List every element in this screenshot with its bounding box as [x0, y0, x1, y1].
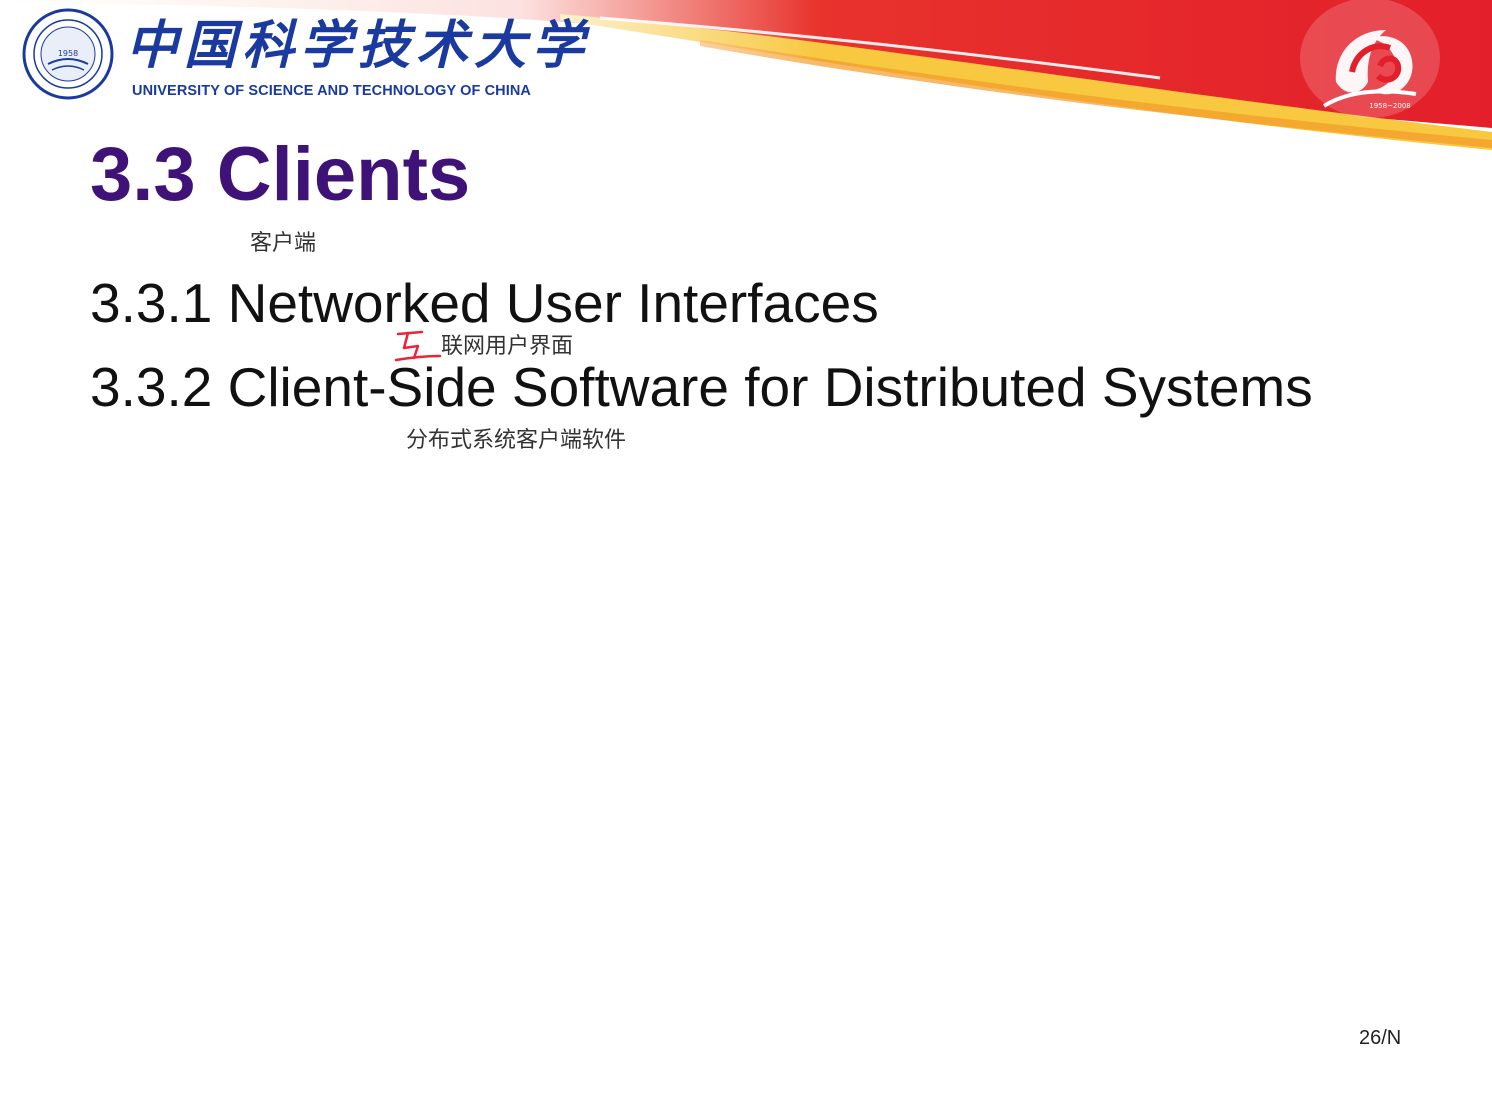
list-item-networked-ui: 3.3.1 Networked User Interfaces — [90, 272, 879, 334]
item-2-annotation: 分布式系统客户端软件 — [406, 428, 627, 453]
anniversary-years: 1958~2008 — [1369, 102, 1411, 110]
university-name-cn: 中国科学技术大学 — [126, 15, 591, 76]
anniversary-emblem-icon: 1958~2008 — [1322, 30, 1417, 110]
list-item-client-side-software: 3.3.2 Client-Side Software for Distribut… — [90, 356, 1313, 418]
handwritten-mark-text: 互 — [388, 326, 389, 327]
university-name-en: UNIVERSITY OF SCIENCE AND TECHNOLOGY OF … — [132, 83, 531, 99]
page-number: 26/N — [1359, 1027, 1402, 1049]
emblem-year: 1958 — [58, 49, 78, 58]
title-annotation: 客户端 — [250, 231, 317, 256]
slide-title: 3.3 Clients — [90, 132, 471, 217]
slide: 1958 中国科学技术大学 UNIVERSITY OF SCIENCE AND … — [0, 0, 1492, 1119]
university-emblem-icon: 1958 — [22, 8, 114, 100]
